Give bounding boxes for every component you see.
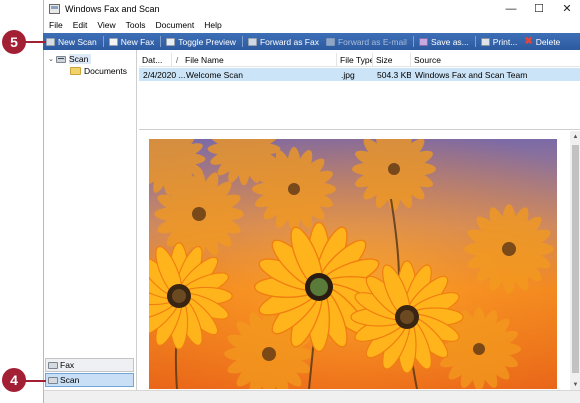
menu-view[interactable]: View	[92, 20, 120, 30]
forward-as-fax-label: Forward as Fax	[259, 36, 319, 47]
folder-icon	[70, 67, 81, 75]
list-header: Dat... / File Name File Type Size Source	[139, 53, 580, 67]
window-title: Windows Fax and Scan	[65, 3, 160, 14]
new-scan-label: New Scan	[58, 36, 97, 47]
menu-document[interactable]: Document	[150, 20, 199, 30]
toolbar-separator	[102, 36, 104, 47]
scanner-icon	[48, 376, 58, 384]
scroll-up-arrow-icon[interactable]: ▲	[570, 131, 580, 142]
callout-4: 4	[2, 368, 26, 392]
menu-edit[interactable]: Edit	[68, 20, 93, 30]
cell-date: 2/4/2020 ...	[143, 69, 185, 80]
menu-bar: File Edit View Tools Document Help	[44, 17, 580, 32]
tree-item-documents-label: Documents	[84, 66, 127, 76]
minimize-button[interactable]: —	[497, 0, 525, 17]
toolbar-separator	[412, 36, 414, 47]
save-as-button[interactable]: Save as...	[416, 33, 473, 50]
column-size[interactable]: Size	[373, 53, 411, 67]
cell-file-name: Welcome Scan	[186, 69, 244, 80]
tree-item-scan-label: Scan	[69, 54, 92, 64]
new-fax-label: New Fax	[120, 36, 155, 47]
toggle-preview-button[interactable]: Toggle Preview	[163, 33, 240, 50]
fax-page-icon	[108, 37, 118, 46]
forward-as-email-button[interactable]: Forward as E-mail	[323, 33, 411, 50]
scrollbar-thumb[interactable]	[572, 145, 579, 373]
status-bar	[44, 390, 580, 403]
forward-as-email-label: Forward as E-mail	[337, 36, 407, 47]
callout-5: 5	[2, 30, 26, 54]
maximize-button[interactable]: ☐	[525, 0, 553, 17]
preview-image	[149, 139, 557, 389]
menu-tools[interactable]: Tools	[121, 20, 151, 30]
cell-size: 504.3 KB	[377, 69, 411, 80]
app-window: Windows Fax and Scan — ☐ ✕ File Edit Vie…	[43, 0, 580, 403]
scan-view-label: Scan	[60, 375, 80, 385]
delete-x-icon: ✖	[524, 36, 533, 47]
delete-label: Delete	[535, 36, 561, 47]
toggle-preview-label: Toggle Preview	[178, 36, 236, 47]
left-navigation-pane: ⌄ Scan Documents Fax Scan	[44, 50, 137, 390]
tree-item-documents[interactable]: Documents	[70, 65, 127, 77]
table-row[interactable]: 2/4/2020 ... Welcome Scan .jpg 504.3 KB …	[139, 68, 580, 81]
new-fax-button[interactable]: New Fax	[106, 33, 159, 50]
cell-file-type: .jpg	[341, 69, 355, 80]
fax-scan-app-icon	[49, 3, 60, 14]
new-scan-button[interactable]: New Scan	[43, 33, 101, 50]
save-disk-icon	[418, 37, 428, 46]
toolbar-separator	[474, 36, 476, 47]
fax-machine-icon	[48, 361, 58, 369]
scan-view-button[interactable]: Scan	[45, 373, 134, 387]
column-file-name[interactable]: File Name	[182, 53, 337, 67]
print-label: Print...	[492, 36, 518, 47]
email-icon	[325, 37, 335, 46]
expand-chevron-icon[interactable]: ⌄	[48, 55, 56, 63]
cell-source: Windows Fax and Scan Team	[415, 69, 528, 80]
scanner-icon	[56, 55, 66, 63]
screenshot: Windows Fax and Scan — ☐ ✕ File Edit Vie…	[0, 0, 580, 403]
close-button[interactable]: ✕	[553, 0, 580, 17]
toolbar-separator	[241, 36, 243, 47]
tree-item-scan[interactable]: ⌄ Scan	[48, 53, 92, 65]
print-button[interactable]: Print...	[478, 33, 522, 50]
forward-as-fax-button[interactable]: Forward as Fax	[245, 33, 323, 50]
save-as-label: Save as...	[430, 36, 469, 47]
delete-button[interactable]: ✖ Delete	[521, 33, 564, 50]
scroll-down-arrow-icon[interactable]: ▼	[570, 379, 580, 390]
column-file-type[interactable]: File Type	[337, 53, 373, 67]
fax-view-button[interactable]: Fax	[45, 358, 134, 372]
menu-help[interactable]: Help	[199, 20, 226, 30]
column-source[interactable]: Source	[411, 53, 580, 67]
window-controls: — ☐ ✕	[497, 0, 580, 17]
fax-view-label: Fax	[60, 360, 75, 370]
preview-pane-icon	[166, 37, 176, 46]
scanner-icon	[46, 37, 55, 46]
document-list: Dat... / File Name File Type Size Source…	[139, 50, 580, 130]
vertical-scrollbar[interactable]: ▲ ▼	[570, 131, 580, 390]
menu-file[interactable]: File	[44, 20, 68, 30]
toolbar-separator	[160, 36, 162, 47]
preview-pane: ▲ ▼	[139, 131, 580, 390]
forward-fax-icon	[247, 37, 257, 46]
toolbar: New Scan New Fax Toggle Preview Forward …	[43, 33, 580, 50]
column-date[interactable]: Dat...	[139, 53, 172, 67]
title-bar: Windows Fax and Scan — ☐ ✕	[44, 0, 580, 17]
sort-indicator-icon: /	[175, 55, 179, 65]
printer-icon	[480, 37, 490, 46]
flower-photo	[149, 139, 557, 389]
